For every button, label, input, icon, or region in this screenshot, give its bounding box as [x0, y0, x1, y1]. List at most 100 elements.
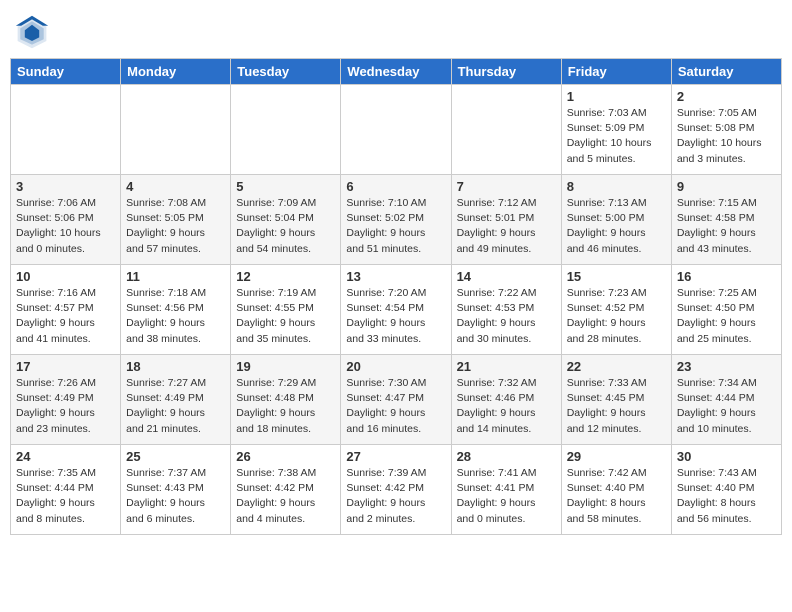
day-info: Sunrise: 7:05 AM Sunset: 5:08 PM Dayligh… — [677, 106, 776, 167]
day-info: Sunrise: 7:09 AM Sunset: 5:04 PM Dayligh… — [236, 196, 335, 257]
weekday-header-monday: Monday — [121, 59, 231, 85]
day-cell: 4 Sunrise: 7:08 AM Sunset: 5:05 PM Daylig… — [121, 175, 231, 265]
day-cell: 12Sunrise: 7:19 AM Sunset: 4:55 PM Dayli… — [231, 265, 341, 355]
day-info: Sunrise: 7:25 AM Sunset: 4:50 PM Dayligh… — [677, 286, 776, 347]
page-header — [10, 10, 782, 50]
day-info: Sunrise: 7:34 AM Sunset: 4:44 PM Dayligh… — [677, 376, 776, 437]
day-number: 28 — [457, 449, 556, 464]
day-number: 17 — [16, 359, 115, 374]
day-cell: 8 Sunrise: 7:13 AM Sunset: 5:00 PM Daylig… — [561, 175, 671, 265]
day-cell: 23 Sunrise: 7:34 AM Sunset: 4:44 PM Dayli… — [671, 355, 781, 445]
day-number: 6 — [346, 179, 445, 194]
day-info: Sunrise: 7:18 AM Sunset: 4:56 PM Dayligh… — [126, 286, 225, 347]
day-number: 5 — [236, 179, 335, 194]
day-cell — [231, 85, 341, 175]
day-cell: 7Sunrise: 7:12 AM Sunset: 5:01 PM Daylig… — [451, 175, 561, 265]
day-info: Sunrise: 7:37 AM Sunset: 4:43 PM Dayligh… — [126, 466, 225, 527]
day-number: 20 — [346, 359, 445, 374]
day-info: Sunrise: 7:15 AM Sunset: 4:58 PM Dayligh… — [677, 196, 776, 257]
day-number: 16 — [677, 269, 776, 284]
day-cell: 16 Sunrise: 7:25 AM Sunset: 4:50 PM Dayli… — [671, 265, 781, 355]
day-info: Sunrise: 7:39 AM Sunset: 4:42 PM Dayligh… — [346, 466, 445, 527]
day-cell — [451, 85, 561, 175]
day-cell: 22 Sunrise: 7:33 AM Sunset: 4:45 PM Dayli… — [561, 355, 671, 445]
day-number: 26 — [236, 449, 335, 464]
weekday-header-friday: Friday — [561, 59, 671, 85]
day-cell: 13 Sunrise: 7:20 AM Sunset: 4:54 PM Dayli… — [341, 265, 451, 355]
day-cell: 15 Sunrise: 7:23 AM Sunset: 4:52 PM Dayli… — [561, 265, 671, 355]
day-info: Sunrise: 7:27 AM Sunset: 4:49 PM Dayligh… — [126, 376, 225, 437]
day-number: 2 — [677, 89, 776, 104]
day-info: Sunrise: 7:22 AM Sunset: 4:53 PM Dayligh… — [457, 286, 556, 347]
day-number: 9 — [677, 179, 776, 194]
day-info: Sunrise: 7:12 AM Sunset: 5:01 PM Dayligh… — [457, 196, 556, 257]
weekday-header-thursday: Thursday — [451, 59, 561, 85]
day-info: Sunrise: 7:06 AM Sunset: 5:06 PM Dayligh… — [16, 196, 115, 257]
day-info: Sunrise: 7:10 AM Sunset: 5:02 PM Dayligh… — [346, 196, 445, 257]
weekday-header-sunday: Sunday — [11, 59, 121, 85]
day-number: 4 — [126, 179, 225, 194]
day-number: 21 — [457, 359, 556, 374]
day-cell: 30Sunrise: 7:43 AM Sunset: 4:40 PM Dayli… — [671, 445, 781, 535]
day-cell: 26 Sunrise: 7:38 AM Sunset: 4:42 PM Dayli… — [231, 445, 341, 535]
week-row-1: 1Sunrise: 7:03 AM Sunset: 5:09 PM Daylig… — [11, 85, 782, 175]
day-info: Sunrise: 7:42 AM Sunset: 4:40 PM Dayligh… — [567, 466, 666, 527]
day-cell: 2 Sunrise: 7:05 AM Sunset: 5:08 PM Daylig… — [671, 85, 781, 175]
day-info: Sunrise: 7:38 AM Sunset: 4:42 PM Dayligh… — [236, 466, 335, 527]
day-info: Sunrise: 7:26 AM Sunset: 4:49 PM Dayligh… — [16, 376, 115, 437]
day-cell: 3 Sunrise: 7:06 AM Sunset: 5:06 PM Daylig… — [11, 175, 121, 265]
day-number: 15 — [567, 269, 666, 284]
day-cell — [121, 85, 231, 175]
day-info: Sunrise: 7:35 AM Sunset: 4:44 PM Dayligh… — [16, 466, 115, 527]
day-cell: 17 Sunrise: 7:26 AM Sunset: 4:49 PM Dayli… — [11, 355, 121, 445]
day-cell: 10 Sunrise: 7:16 AM Sunset: 4:57 PM Dayli… — [11, 265, 121, 355]
day-cell: 5 Sunrise: 7:09 AM Sunset: 5:04 PM Daylig… — [231, 175, 341, 265]
day-info: Sunrise: 7:08 AM Sunset: 5:05 PM Dayligh… — [126, 196, 225, 257]
day-info: Sunrise: 7:32 AM Sunset: 4:46 PM Dayligh… — [457, 376, 556, 437]
day-cell: 25 Sunrise: 7:37 AM Sunset: 4:43 PM Dayli… — [121, 445, 231, 535]
day-number: 18 — [126, 359, 225, 374]
day-info: Sunrise: 7:13 AM Sunset: 5:00 PM Dayligh… — [567, 196, 666, 257]
day-cell: 1Sunrise: 7:03 AM Sunset: 5:09 PM Daylig… — [561, 85, 671, 175]
day-info: Sunrise: 7:16 AM Sunset: 4:57 PM Dayligh… — [16, 286, 115, 347]
weekday-header-wednesday: Wednesday — [341, 59, 451, 85]
day-cell: 28Sunrise: 7:41 AM Sunset: 4:41 PM Dayli… — [451, 445, 561, 535]
day-info: Sunrise: 7:23 AM Sunset: 4:52 PM Dayligh… — [567, 286, 666, 347]
day-number: 10 — [16, 269, 115, 284]
day-info: Sunrise: 7:19 AM Sunset: 4:55 PM Dayligh… — [236, 286, 335, 347]
week-row-3: 10 Sunrise: 7:16 AM Sunset: 4:57 PM Dayli… — [11, 265, 782, 355]
day-number: 24 — [16, 449, 115, 464]
day-cell: 18 Sunrise: 7:27 AM Sunset: 4:49 PM Dayli… — [121, 355, 231, 445]
day-number: 30 — [677, 449, 776, 464]
day-info: Sunrise: 7:30 AM Sunset: 4:47 PM Dayligh… — [346, 376, 445, 437]
day-number: 25 — [126, 449, 225, 464]
day-info: Sunrise: 7:03 AM Sunset: 5:09 PM Dayligh… — [567, 106, 666, 167]
logo-icon — [14, 14, 50, 50]
day-cell — [341, 85, 451, 175]
day-cell: 6 Sunrise: 7:10 AM Sunset: 5:02 PM Daylig… — [341, 175, 451, 265]
weekday-header-saturday: Saturday — [671, 59, 781, 85]
week-row-4: 17 Sunrise: 7:26 AM Sunset: 4:49 PM Dayli… — [11, 355, 782, 445]
day-number: 14 — [457, 269, 556, 284]
day-cell: 27 Sunrise: 7:39 AM Sunset: 4:42 PM Dayli… — [341, 445, 451, 535]
day-cell: 14 Sunrise: 7:22 AM Sunset: 4:53 PM Dayli… — [451, 265, 561, 355]
day-cell — [11, 85, 121, 175]
day-number: 29 — [567, 449, 666, 464]
weekday-header-tuesday: Tuesday — [231, 59, 341, 85]
week-row-2: 3 Sunrise: 7:06 AM Sunset: 5:06 PM Daylig… — [11, 175, 782, 265]
day-info: Sunrise: 7:20 AM Sunset: 4:54 PM Dayligh… — [346, 286, 445, 347]
day-number: 3 — [16, 179, 115, 194]
day-cell: 21 Sunrise: 7:32 AM Sunset: 4:46 PM Dayli… — [451, 355, 561, 445]
day-number: 23 — [677, 359, 776, 374]
day-cell: 24 Sunrise: 7:35 AM Sunset: 4:44 PM Dayli… — [11, 445, 121, 535]
day-number: 22 — [567, 359, 666, 374]
day-number: 8 — [567, 179, 666, 194]
day-info: Sunrise: 7:29 AM Sunset: 4:48 PM Dayligh… — [236, 376, 335, 437]
week-row-5: 24 Sunrise: 7:35 AM Sunset: 4:44 PM Dayli… — [11, 445, 782, 535]
day-cell: 20 Sunrise: 7:30 AM Sunset: 4:47 PM Dayli… — [341, 355, 451, 445]
day-info: Sunrise: 7:33 AM Sunset: 4:45 PM Dayligh… — [567, 376, 666, 437]
day-number: 27 — [346, 449, 445, 464]
day-number: 13 — [346, 269, 445, 284]
day-number: 11 — [126, 269, 225, 284]
weekday-header-row: SundayMondayTuesdayWednesdayThursdayFrid… — [11, 59, 782, 85]
